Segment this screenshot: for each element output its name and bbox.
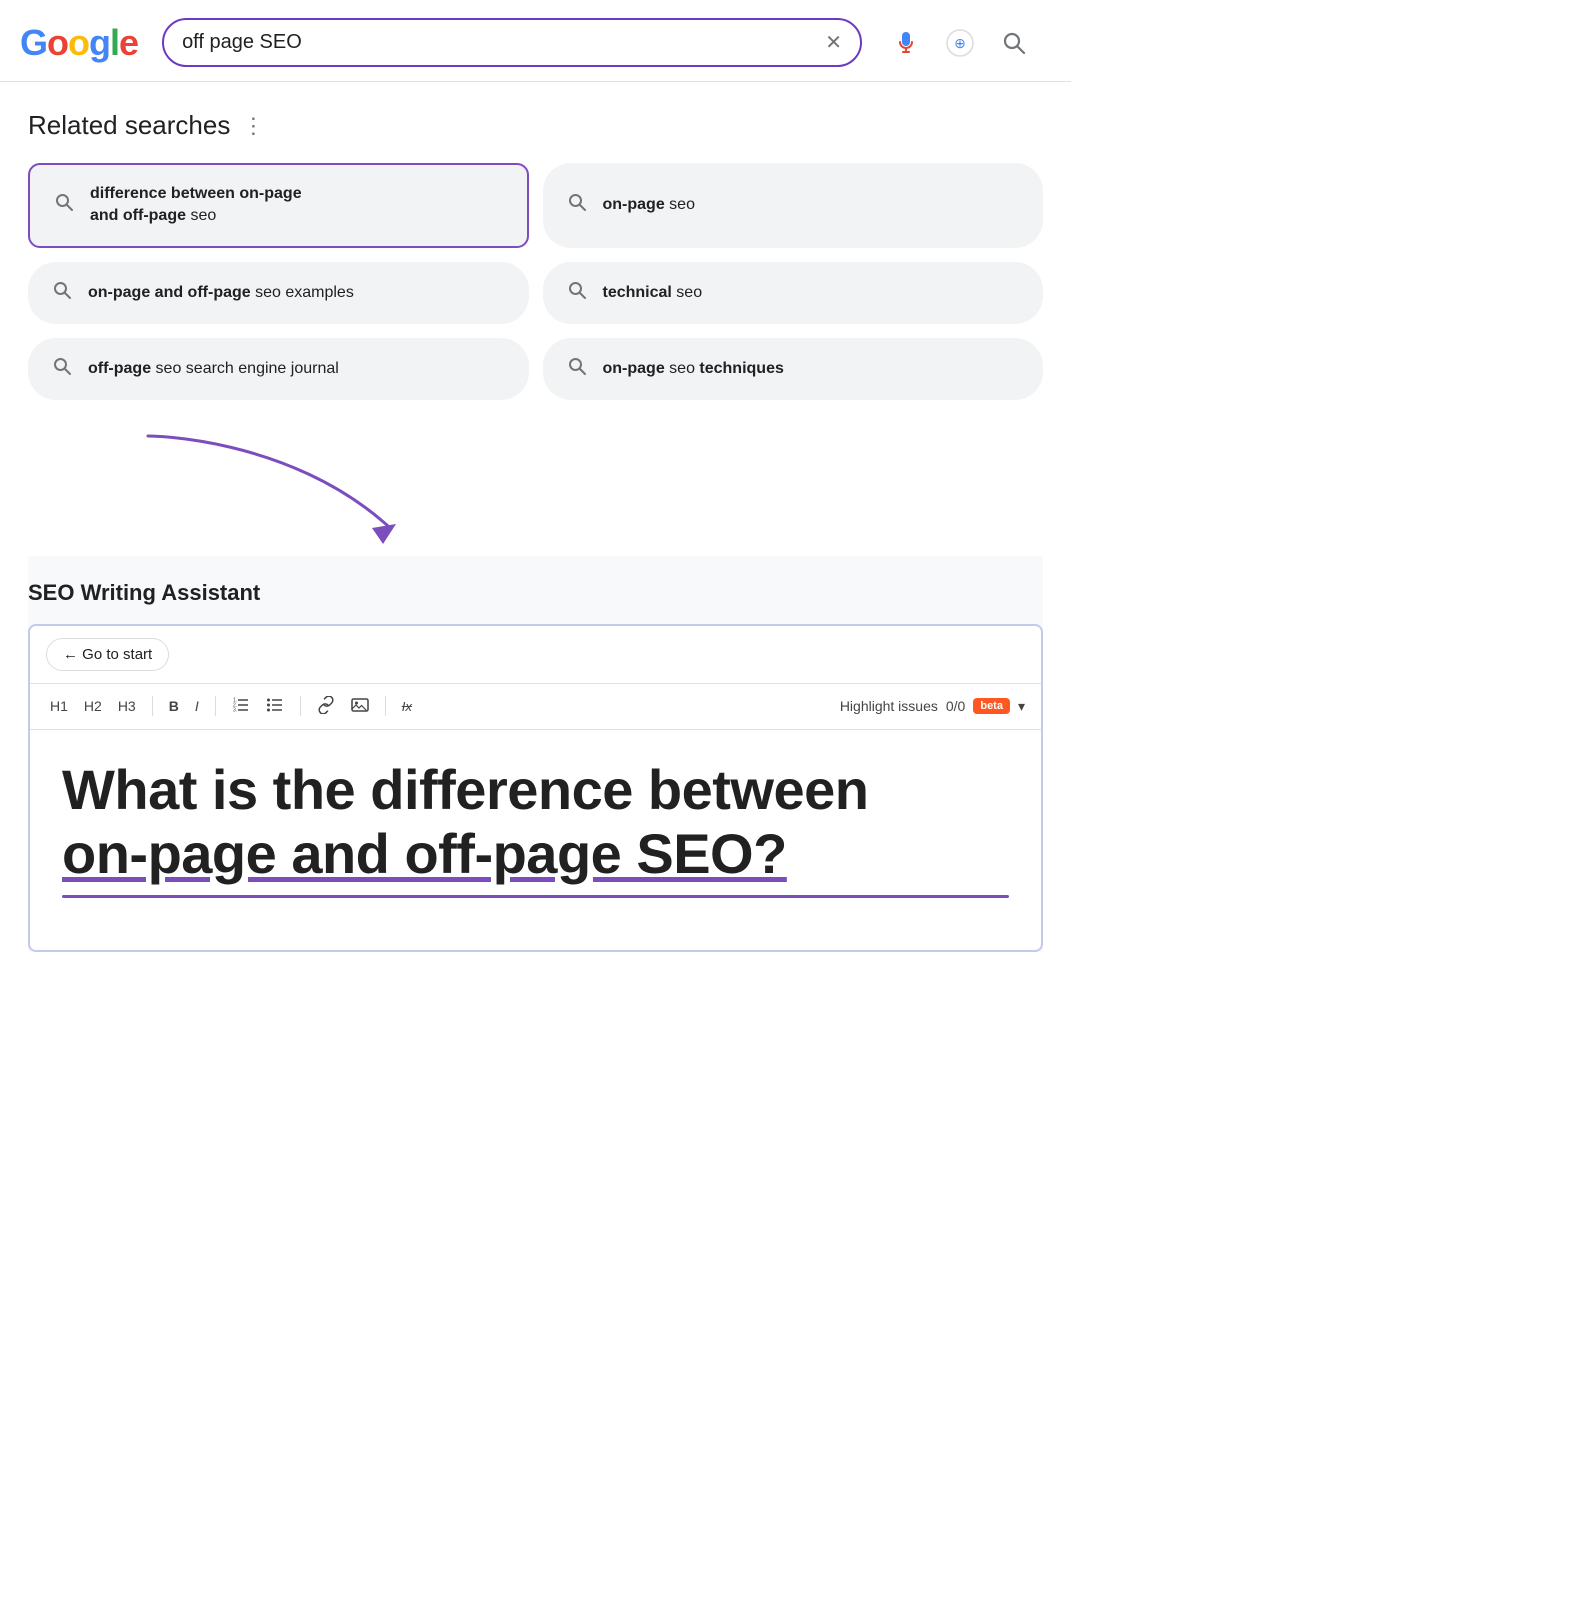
suggestion-card-2[interactable]: on-page seo xyxy=(543,163,1044,248)
search-icon-2 xyxy=(567,192,587,218)
logo-l: l xyxy=(110,22,119,64)
h2-button[interactable]: H2 xyxy=(80,696,106,716)
lens-search-icon[interactable]: ⊕ xyxy=(940,23,980,63)
editor-content[interactable]: What is the difference between on-page a… xyxy=(30,730,1041,950)
voice-search-icon[interactable] xyxy=(886,23,926,63)
search-icon-5 xyxy=(52,356,72,382)
logo-o2: o xyxy=(68,22,89,64)
toolbar-sep-1 xyxy=(152,696,153,716)
related-searches-title: Related searches xyxy=(28,110,230,141)
suggestion-text-1: difference between on-pageand off-page s… xyxy=(90,183,302,228)
editor-title-line1: What is the difference between xyxy=(62,758,869,821)
search-icon-6 xyxy=(567,356,587,382)
suggestion-card-5[interactable]: off-page seo search engine journal xyxy=(28,338,529,400)
suggestion-text-2: on-page seo xyxy=(603,194,695,216)
search-input[interactable] xyxy=(182,31,815,54)
highlight-issues-count: 0/0 xyxy=(946,698,965,714)
bold-button[interactable]: B xyxy=(165,696,183,716)
highlight-issues-label: Highlight issues xyxy=(840,698,938,714)
highlight-issues: Highlight issues 0/0 beta ▾ xyxy=(840,698,1025,715)
toolbar-sep-2 xyxy=(215,696,216,716)
seo-section: SEO Writing Assistant ← Go to start H1 H… xyxy=(28,556,1043,952)
logo-e: e xyxy=(119,22,138,64)
search-icon-1 xyxy=(54,192,74,218)
h3-button[interactable]: H3 xyxy=(114,696,140,716)
search-icon-3 xyxy=(52,280,72,306)
logo-g: G xyxy=(20,22,47,64)
google-search-icon[interactable] xyxy=(994,23,1034,63)
suggestion-text-5: off-page seo search engine journal xyxy=(88,358,339,380)
clear-search-icon[interactable]: ✕ xyxy=(825,30,842,55)
go-to-start-button[interactable]: ← Go to start xyxy=(46,638,169,671)
suggestion-card-1[interactable]: difference between on-pageand off-page s… xyxy=(28,163,529,248)
h1-button[interactable]: H1 xyxy=(46,696,72,716)
ordered-list-button[interactable]: 1.2.3. xyxy=(228,694,254,719)
editor-toolbar: H1 H2 H3 B I 1.2.3. xyxy=(30,684,1041,730)
related-searches-header: Related searches ⋮ xyxy=(28,110,1043,141)
seo-editor-container: ← Go to start H1 H2 H3 B I 1.2.3. xyxy=(28,624,1043,952)
search-bar: ✕ xyxy=(162,18,862,67)
seo-editor-nav: ← Go to start xyxy=(30,626,1041,684)
suggestion-card-6[interactable]: on-page seo techniques xyxy=(543,338,1044,400)
dropdown-arrow-icon[interactable]: ▾ xyxy=(1018,698,1025,715)
logo-o1: o xyxy=(47,22,68,64)
seo-section-title: SEO Writing Assistant xyxy=(28,580,1043,624)
google-logo: Google xyxy=(20,22,138,64)
svg-text:3.: 3. xyxy=(233,707,237,713)
unordered-list-button[interactable] xyxy=(262,694,288,719)
suggestion-card-4[interactable]: technical seo xyxy=(543,262,1044,324)
link-button[interactable] xyxy=(313,694,339,719)
suggestions-grid: difference between on-pageand off-page s… xyxy=(28,163,1043,400)
main-content: Related searches ⋮ difference between on… xyxy=(0,82,1071,952)
search-action-icons: ⊕ xyxy=(886,23,1034,63)
more-options-icon[interactable]: ⋮ xyxy=(242,113,266,139)
svg-text:⊕: ⊕ xyxy=(954,35,966,51)
suggestion-text-4: technical seo xyxy=(603,282,703,304)
header: Google ✕ ⊕ xyxy=(0,0,1071,82)
beta-badge: beta xyxy=(973,698,1010,714)
suggestion-text-3: on-page and off-page seo examples xyxy=(88,282,354,304)
image-button[interactable] xyxy=(347,694,373,719)
suggestion-card-3[interactable]: on-page and off-page seo examples xyxy=(28,262,529,324)
toolbar-sep-4 xyxy=(385,696,386,716)
title-underline-bar xyxy=(62,895,1009,898)
editor-title-line2: on-page and off-page SEO? xyxy=(62,822,787,885)
logo-g2: g xyxy=(89,22,110,64)
suggestion-text-6: on-page seo techniques xyxy=(603,358,784,380)
italic-button[interactable]: I xyxy=(191,696,203,716)
search-icon-4 xyxy=(567,280,587,306)
clear-formatting-button[interactable]: Ix xyxy=(398,697,416,716)
annotation-arrow xyxy=(28,426,1043,556)
toolbar-sep-3 xyxy=(300,696,301,716)
editor-title: What is the difference between on-page a… xyxy=(62,758,1009,887)
